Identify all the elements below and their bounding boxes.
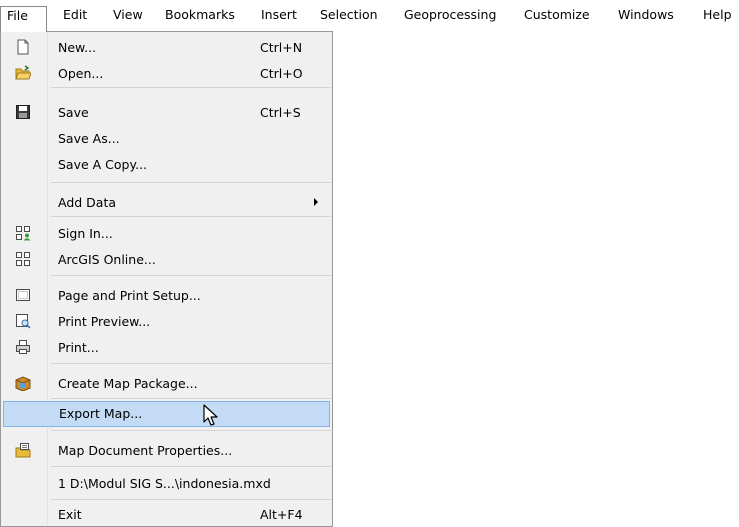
- menu-separator: [51, 182, 331, 183]
- new-document-icon: [15, 39, 31, 55]
- menubar-geoprocessing[interactable]: Geoprocessing: [404, 8, 496, 30]
- menu-item-save-label: Save: [58, 105, 89, 120]
- menu-item-print-preview[interactable]: Print Preview...: [1, 309, 332, 333]
- printer-icon: [15, 339, 31, 355]
- map-package-icon: [15, 375, 31, 392]
- menu-item-open-shortcut: Ctrl+O: [260, 66, 303, 81]
- menu-item-exit-shortcut: Alt+F4: [260, 507, 303, 522]
- menu-item-save-as[interactable]: Save As...: [1, 126, 332, 150]
- menu-item-map-document-properties[interactable]: Map Document Properties...: [1, 438, 332, 462]
- menubar-view-label: View: [113, 7, 143, 22]
- menubar-edit-label: Edit: [63, 7, 88, 22]
- menubar-customize-label: Customize: [524, 7, 590, 22]
- menu-item-arcgis-online[interactable]: ArcGIS Online...: [1, 247, 332, 271]
- menubar-view[interactable]: View: [113, 8, 143, 30]
- menu-item-new-label: New...: [58, 40, 97, 55]
- menu-item-map-document-properties-label: Map Document Properties...: [58, 443, 233, 458]
- menubar-bookmarks[interactable]: Bookmarks: [165, 8, 235, 30]
- mouse-pointer-icon: [203, 404, 221, 428]
- print-preview-icon: [15, 313, 31, 329]
- menu-item-save-as-label: Save As...: [58, 131, 120, 146]
- menu-separator: [51, 87, 331, 88]
- menu-separator: [51, 499, 331, 500]
- menu-item-save-a-copy-label: Save A Copy...: [58, 157, 148, 172]
- menu-separator: [51, 466, 331, 467]
- menu-item-arcgis-online-label: ArcGIS Online...: [58, 252, 156, 267]
- menubar-bookmarks-label: Bookmarks: [165, 7, 235, 22]
- menu-item-add-data[interactable]: Add Data: [1, 190, 332, 214]
- menu-item-open-label: Open...: [58, 66, 104, 81]
- menu-item-page-print-setup[interactable]: Page and Print Setup...: [1, 283, 332, 307]
- menu-item-save-shortcut: Ctrl+S: [260, 105, 301, 120]
- menu-item-page-print-setup-label: Page and Print Setup...: [58, 288, 201, 303]
- file-menu-dropdown: New... Ctrl+N Open... Ctrl+O Save Ctrl+S: [0, 31, 333, 527]
- menu-item-sign-in[interactable]: Sign In...: [1, 221, 332, 245]
- menubar-selection[interactable]: Selection: [320, 8, 378, 30]
- menubar-file[interactable]: File: [0, 6, 47, 32]
- menu-separator: [51, 398, 331, 399]
- menu-item-print-preview-label: Print Preview...: [58, 314, 151, 329]
- menu-item-export-map[interactable]: Export Map...: [3, 401, 330, 427]
- menu-separator: [51, 430, 331, 431]
- save-disk-icon: [15, 104, 31, 120]
- menu-separator: [51, 363, 331, 364]
- menubar-insert-label: Insert: [261, 7, 297, 22]
- page-setup-icon: [15, 287, 31, 303]
- menu-item-exit[interactable]: Exit Alt+F4: [1, 502, 332, 526]
- menu-item-save-a-copy[interactable]: Save A Copy...: [1, 152, 332, 176]
- menubar-windows-label: Windows: [618, 7, 674, 22]
- menubar-selection-label: Selection: [320, 7, 378, 22]
- menu-item-add-data-label: Add Data: [58, 195, 117, 210]
- menubar-geoprocessing-label: Geoprocessing: [404, 7, 497, 22]
- menu-item-sign-in-label: Sign In...: [58, 226, 113, 241]
- menu-bar: File Edit View Bookmarks Insert Selectio…: [0, 0, 739, 32]
- menu-item-print[interactable]: Print...: [1, 335, 332, 359]
- menu-item-recent-file[interactable]: 1 D:\Modul SIG S...\indonesia.mxd: [1, 471, 332, 495]
- menubar-help[interactable]: Help: [703, 8, 732, 30]
- menu-item-new[interactable]: New... Ctrl+N: [1, 35, 332, 59]
- arcgis-online-icon: [15, 251, 31, 267]
- menu-item-export-map-label: Export Map...: [59, 406, 143, 421]
- menu-separator: [51, 275, 331, 276]
- menu-item-create-map-package[interactable]: Create Map Package...: [1, 371, 332, 395]
- submenu-arrow-icon: [314, 198, 318, 206]
- document-properties-icon: [15, 442, 31, 458]
- menubar-file-label: File: [7, 8, 28, 23]
- menubar-insert[interactable]: Insert: [261, 8, 297, 30]
- menu-item-new-shortcut: Ctrl+N: [260, 40, 303, 55]
- menu-item-open[interactable]: Open... Ctrl+O: [1, 61, 332, 85]
- menubar-windows[interactable]: Windows: [618, 8, 674, 30]
- menubar-help-label: Help: [703, 7, 732, 22]
- menu-item-recent-file-label: 1 D:\Modul SIG S...\indonesia.mxd: [58, 476, 271, 491]
- menubar-customize[interactable]: Customize: [524, 8, 590, 30]
- menu-item-print-label: Print...: [58, 340, 99, 355]
- menu-item-exit-label: Exit: [58, 507, 82, 522]
- menu-item-save[interactable]: Save Ctrl+S: [1, 100, 332, 124]
- sign-in-icon: [15, 225, 31, 241]
- menu-separator: [51, 216, 331, 217]
- open-folder-icon: [15, 65, 32, 81]
- menubar-edit[interactable]: Edit: [63, 8, 87, 30]
- menu-item-create-map-package-label: Create Map Package...: [58, 376, 198, 391]
